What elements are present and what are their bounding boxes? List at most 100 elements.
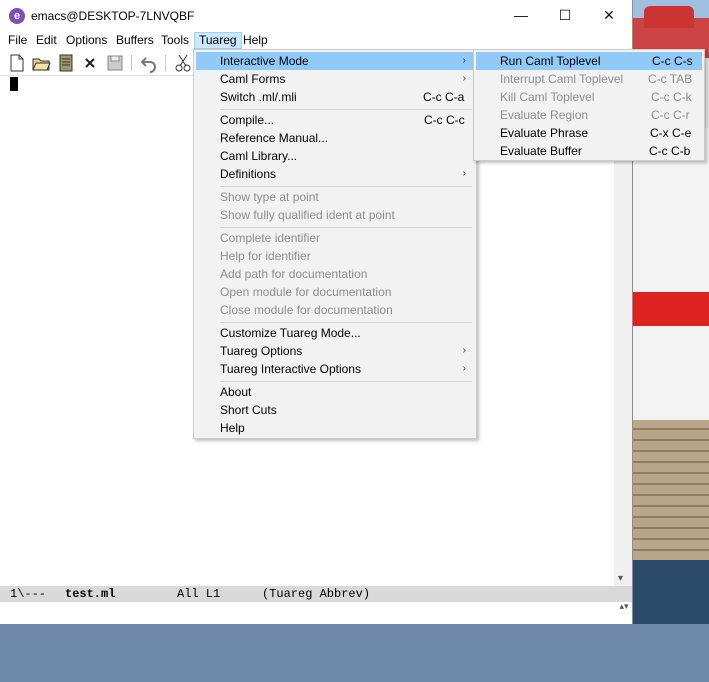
modeline-position: All L1 (177, 587, 221, 601)
menu-item-shortcut: C-c C-s (652, 54, 693, 68)
menu-item-label: Caml Forms (220, 72, 286, 86)
menu-item-label: Evaluate Phrase (500, 126, 589, 140)
undo-icon[interactable] (139, 53, 159, 73)
menu-edit[interactable]: Edit (32, 32, 61, 49)
menu-item-caml-library[interactable]: Caml Library... (196, 147, 474, 165)
menu-item-label: Customize Tuareg Mode... (220, 326, 361, 340)
submenu-arrow-icon: › (462, 73, 466, 84)
submenu-arrow-icon: › (462, 345, 466, 356)
tuareg-menu: Interactive Mode › Caml Forms › Switch .ml… (193, 49, 477, 439)
menu-separator (220, 109, 472, 110)
menu-item-label: Help for identifier (220, 249, 311, 263)
sea-water (632, 560, 709, 624)
minimize-button[interactable]: — (498, 0, 544, 31)
menu-item-label: Reference Manual... (220, 131, 329, 145)
menu-item-shortcut: C-c C-b (649, 144, 691, 158)
menu-item-evaluate-phrase[interactable]: Evaluate Phrase C-x C-e (476, 124, 702, 142)
menu-item-label: Add path for documentation (220, 267, 368, 281)
save-icon[interactable] (105, 53, 125, 73)
menu-separator (220, 227, 472, 228)
menu-item-interrupt-caml-toplevel[interactable]: Interrupt Caml Toplevel C-c TAB (476, 70, 702, 88)
menu-item-interactive-mode[interactable]: Interactive Mode › (196, 52, 474, 70)
menu-separator (220, 322, 472, 323)
modeline-buffer-name: test.ml (65, 587, 116, 601)
menu-item-show-type[interactable]: Show type at point (196, 188, 474, 206)
menu-item-shortcut: C-c C-a (423, 90, 465, 104)
menu-item-label: Close module for documentation (220, 303, 393, 317)
menu-bar: File Edit Options Buffers Tools Tuareg H… (0, 31, 632, 49)
menu-item-definitions[interactable]: Definitions › (196, 165, 474, 183)
menu-item-shortcut: C-c C-c (424, 113, 465, 127)
menu-item-label: Tuareg Options (220, 344, 303, 358)
toolbar-separator (131, 55, 132, 71)
menu-help[interactable]: Help (239, 32, 272, 49)
menu-item-caml-forms[interactable]: Caml Forms › (196, 70, 474, 88)
scroll-down-icon[interactable]: ▾ (618, 573, 623, 584)
menu-item-about[interactable]: About (196, 383, 474, 401)
maximize-button[interactable]: ☐ (542, 0, 588, 31)
menu-item-label: Caml Library... (220, 149, 298, 163)
menu-item-switch-ml-mli[interactable]: Switch .ml/.mli C-c C-a (196, 88, 474, 106)
menu-item-run-caml-toplevel[interactable]: Run Caml Toplevel C-c C-s (476, 52, 702, 70)
new-file-icon[interactable] (7, 53, 27, 73)
minibuffer[interactable] (0, 602, 632, 624)
menu-item-reference-manual[interactable]: Reference Manual... (196, 129, 474, 147)
lighthouse-red-band (632, 292, 709, 326)
menu-item-label: Evaluate Buffer (500, 144, 582, 158)
close-buffer-icon[interactable] (80, 53, 100, 73)
minibuffer-scroll-icon[interactable]: ▴▾ (617, 602, 631, 622)
submenu-arrow-icon: › (462, 55, 466, 66)
menu-options[interactable]: Options (62, 32, 111, 49)
open-folder-icon[interactable] (31, 53, 51, 73)
menu-buffers[interactable]: Buffers (112, 32, 158, 49)
menu-file[interactable]: File (4, 32, 31, 49)
menu-separator (220, 186, 472, 187)
menu-item-show-qualified-ident[interactable]: Show fully qualified ident at point (196, 206, 474, 224)
menu-item-tuareg-interactive-options[interactable]: Tuareg Interactive Options › (196, 360, 474, 378)
menu-item-label: Definitions (220, 167, 277, 181)
text-cursor (10, 77, 18, 91)
mode-line: 1\--- test.ml All L1 (Tuareg Abbrev) (0, 586, 632, 602)
menu-item-complete-identifier[interactable]: Complete identifier (196, 229, 474, 247)
menu-item-compile[interactable]: Compile... C-c C-c (196, 111, 474, 129)
lighthouse-roof (644, 6, 694, 28)
menu-item-label: Show fully qualified ident at point (220, 208, 395, 222)
menu-item-help-identifier[interactable]: Help for identifier (196, 247, 474, 265)
window-title: emacs@DESKTOP-7LNVQBF (31, 9, 195, 23)
menu-item-evaluate-buffer[interactable]: Evaluate Buffer C-c C-b (476, 142, 702, 160)
menu-item-label: Switch .ml/.mli (220, 90, 297, 104)
submenu-arrow-icon: › (462, 363, 466, 374)
menu-item-evaluate-region[interactable]: Evaluate Region C-c C-r (476, 106, 702, 124)
submenu-arrow-icon: › (462, 168, 466, 179)
menu-item-customize-tuareg[interactable]: Customize Tuareg Mode... (196, 324, 474, 342)
menu-tuareg[interactable]: Tuareg (194, 32, 242, 49)
close-button[interactable]: ✕ (586, 0, 632, 31)
menu-item-label: Complete identifier (220, 231, 321, 245)
menu-item-label: Interrupt Caml Toplevel (500, 72, 624, 86)
modeline-status: 1\--- (10, 587, 47, 601)
cut-icon[interactable] (173, 53, 193, 73)
menu-item-open-module[interactable]: Open module for documentation (196, 283, 474, 301)
lighthouse-stone-base (632, 420, 709, 560)
menu-item-short-cuts[interactable]: Short Cuts (196, 401, 474, 419)
menu-item-label: Open module for documentation (220, 285, 392, 299)
menu-item-shortcut: C-x C-e (650, 126, 692, 140)
menu-item-label: Show type at point (220, 190, 319, 204)
emacs-app-icon: e (9, 8, 25, 24)
menu-item-kill-caml-toplevel[interactable]: Kill Caml Toplevel C-c C-k (476, 88, 702, 106)
menu-item-help[interactable]: Help (196, 419, 474, 437)
menu-item-close-module[interactable]: Close module for documentation (196, 301, 474, 319)
menu-item-label: Help (220, 421, 245, 435)
menu-item-label: Evaluate Region (500, 108, 589, 122)
menu-item-label: Tuareg Interactive Options (220, 362, 361, 376)
menu-tools[interactable]: Tools (157, 32, 193, 49)
interactive-mode-submenu: Run Caml Toplevel C-c C-s Interrupt Caml … (473, 49, 705, 161)
dired-icon[interactable] (56, 53, 76, 73)
menu-item-add-path[interactable]: Add path for documentation (196, 265, 474, 283)
menu-item-label: Short Cuts (220, 403, 277, 417)
title-bar[interactable]: e emacs@DESKTOP-7LNVQBF — ☐ ✕ (0, 0, 632, 31)
menu-separator (220, 381, 472, 382)
menu-item-shortcut: C-c TAB (648, 72, 693, 86)
menu-item-tuareg-options[interactable]: Tuareg Options › (196, 342, 474, 360)
menu-item-label: Kill Caml Toplevel (500, 90, 595, 104)
